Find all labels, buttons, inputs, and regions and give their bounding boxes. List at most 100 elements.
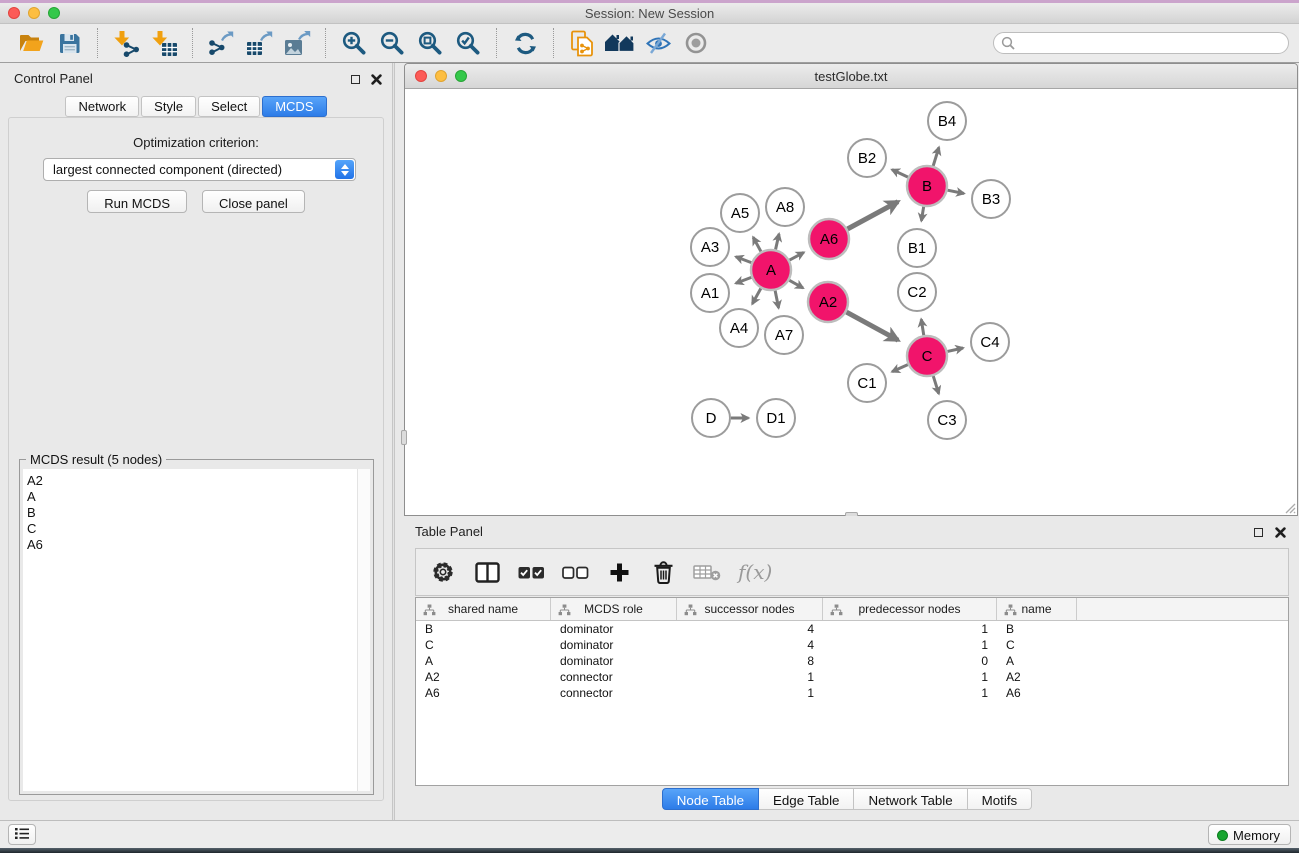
show-column-view-button[interactable] (470, 555, 504, 589)
graph-edge-C-C1[interactable] (892, 365, 908, 372)
table-cell[interactable]: 0 (823, 653, 997, 669)
tab-mcds[interactable]: MCDS (262, 96, 326, 117)
table-cell[interactable]: connector (551, 685, 677, 701)
toggle-panels-button[interactable] (601, 27, 639, 59)
show-task-history-button[interactable] (8, 824, 36, 845)
table-cell[interactable]: A2 (997, 669, 1077, 685)
float-panel-button[interactable] (348, 72, 362, 86)
table-cell[interactable]: dominator (551, 637, 677, 653)
run-mcds-button[interactable]: Run MCDS (87, 190, 187, 213)
export-table-button[interactable] (240, 27, 278, 59)
graph-edge-B-B3[interactable] (948, 190, 964, 193)
mcds-result-item[interactable]: B (27, 505, 370, 521)
network-window-titlebar[interactable]: testGlobe.txt (405, 64, 1297, 89)
table-cell[interactable]: B (997, 621, 1077, 637)
column-header-name[interactable]: name (997, 598, 1077, 620)
table-cell[interactable]: 1 (823, 685, 997, 701)
resize-grip-icon[interactable] (1282, 500, 1296, 514)
tab-network[interactable]: Network (65, 96, 139, 117)
graph-edge-C-C2[interactable] (921, 319, 923, 335)
optimization-criterion-select[interactable]: largest connected component (directed) (43, 158, 356, 181)
graph-edge-A-A2[interactable] (789, 280, 803, 288)
float-table-panel-button[interactable] (1251, 525, 1265, 539)
search-input[interactable] (993, 32, 1289, 54)
graph-edge-A-A6[interactable] (790, 252, 804, 260)
table-cell[interactable]: 1 (677, 669, 823, 685)
mcds-result-item[interactable]: A6 (27, 537, 370, 553)
table-cell[interactable]: 1 (823, 637, 997, 653)
graph-edge-A-A4[interactable] (752, 288, 761, 303)
zoom-selected-button[interactable] (449, 27, 487, 59)
table-cell[interactable]: 1 (823, 669, 997, 685)
table-row[interactable]: Adominator80A (416, 653, 1288, 669)
graph-edge-A6-B[interactable] (847, 202, 898, 229)
graph-edge-C-C4[interactable] (947, 348, 963, 351)
mcds-result-list-area[interactable]: A2ABCA6 (23, 469, 370, 791)
table-cell[interactable]: C (997, 637, 1077, 653)
table-cell[interactable]: connector (551, 669, 677, 685)
column-header-predecessor-nodes[interactable]: predecessor nodes (823, 598, 997, 620)
hide-graphics-details-button[interactable] (639, 27, 677, 59)
graph-edge-C-C3[interactable] (933, 376, 939, 394)
table-cell[interactable]: 4 (677, 637, 823, 653)
splitter-handle[interactable] (401, 430, 407, 445)
graph-edge-A-A3[interactable] (736, 257, 752, 263)
table-cell[interactable]: C (416, 637, 551, 653)
table-cell[interactable]: dominator (551, 653, 677, 669)
import-network-button[interactable] (107, 27, 145, 59)
table-cell[interactable]: B (416, 621, 551, 637)
open-session-button[interactable] (12, 27, 50, 59)
graph-edge-B-B2[interactable] (892, 170, 908, 177)
column-header-MCDS-role[interactable]: MCDS role (551, 598, 677, 620)
import-table-button[interactable] (145, 27, 183, 59)
refresh-layout-button[interactable] (506, 27, 544, 59)
column-header-shared-name[interactable]: shared name (416, 598, 551, 620)
export-image-button[interactable] (278, 27, 316, 59)
close-panel-action-button[interactable]: Close panel (202, 190, 305, 213)
graph-edge-B-B4[interactable] (933, 147, 939, 166)
table-row[interactable]: Bdominator41B (416, 621, 1288, 637)
save-session-button[interactable] (50, 27, 88, 59)
graph-edge-A-A1[interactable] (736, 277, 752, 283)
table-cell[interactable]: A6 (416, 685, 551, 701)
zoom-in-button[interactable] (335, 27, 373, 59)
table-row[interactable]: Cdominator41C (416, 637, 1288, 653)
graph-edge-A-A8[interactable] (776, 234, 779, 250)
table-cell[interactable]: A (997, 653, 1077, 669)
scrollbar-track[interactable] (357, 469, 370, 791)
column-header-successor-nodes[interactable]: successor nodes (677, 598, 823, 620)
table-cell[interactable]: 1 (677, 685, 823, 701)
select-all-columns-button[interactable] (514, 555, 548, 589)
delete-table-button[interactable] (690, 555, 724, 589)
close-table-panel-button[interactable] (1273, 525, 1287, 539)
mcds-result-item[interactable]: A2 (27, 473, 370, 489)
tab-select[interactable]: Select (198, 96, 260, 117)
tab-motifs[interactable]: Motifs (968, 788, 1033, 810)
tab-network-table[interactable]: Network Table (854, 788, 967, 810)
network-canvas[interactable]: B4B2BB3A5A8A6B1A3AA1C2A2A4A7C4CC1C3DD1 (405, 90, 1297, 515)
add-column-button[interactable] (602, 555, 636, 589)
export-network-button[interactable] (202, 27, 240, 59)
tab-node-table[interactable]: Node Table (662, 788, 759, 810)
table-cell[interactable]: A2 (416, 669, 551, 685)
mcds-result-item[interactable]: A (27, 489, 370, 505)
tab-style[interactable]: Style (141, 96, 196, 117)
table-row[interactable]: A2connector11A2 (416, 669, 1288, 685)
table-cell[interactable]: 1 (823, 621, 997, 637)
delete-column-button[interactable] (646, 555, 680, 589)
table-cell[interactable]: 4 (677, 621, 823, 637)
tab-edge-table[interactable]: Edge Table (759, 788, 854, 810)
graph-edge-A-A7[interactable] (775, 291, 778, 308)
table-cell[interactable]: A6 (997, 685, 1077, 701)
table-cell[interactable]: 8 (677, 653, 823, 669)
zoom-out-button[interactable] (373, 27, 411, 59)
table-settings-button[interactable] (426, 555, 460, 589)
close-panel-button[interactable] (369, 72, 383, 86)
function-builder-button[interactable]: f(x) (734, 555, 772, 589)
show-graphics-details-button[interactable] (677, 27, 715, 59)
memory-status-button[interactable]: Memory (1208, 824, 1291, 845)
mcds-result-item[interactable]: C (27, 521, 370, 537)
graph-edge-A-A5[interactable] (753, 237, 761, 251)
table-row[interactable]: A6connector11A6 (416, 685, 1288, 701)
table-cell[interactable]: dominator (551, 621, 677, 637)
